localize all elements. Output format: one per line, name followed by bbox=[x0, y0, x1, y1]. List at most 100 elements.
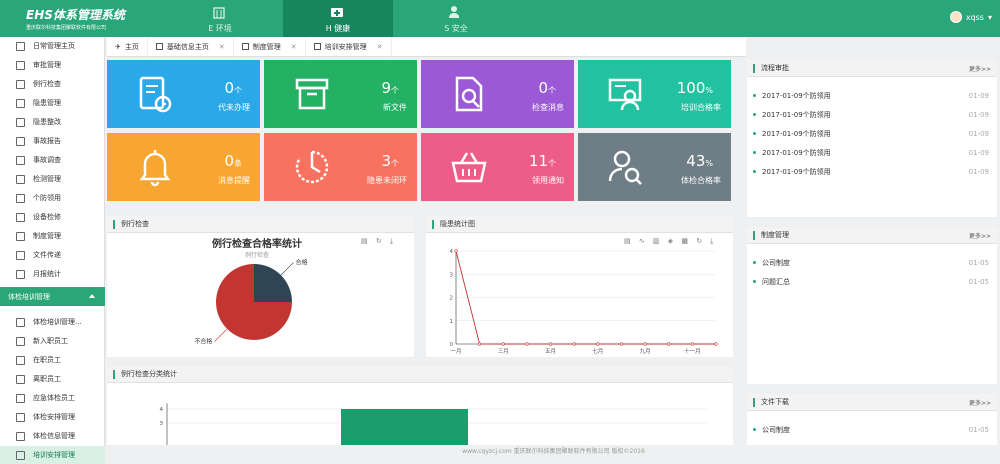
sidebar-subitem[interactable]: 培训安排管理 bbox=[0, 446, 105, 464]
data-point[interactable] bbox=[690, 342, 694, 346]
sidebar-item-label: 培训安排管理 bbox=[33, 451, 75, 459]
stat-tile[interactable]: 11个 领用通知 bbox=[421, 133, 574, 201]
sidebar-item[interactable]: 事故调查 bbox=[0, 151, 105, 169]
stat-tile[interactable]: 9个 新文件 bbox=[264, 60, 417, 128]
data-point[interactable] bbox=[572, 342, 576, 346]
sidebar-subitem[interactable]: 体检信息管理 bbox=[0, 427, 105, 445]
close-icon[interactable]: ✕ bbox=[291, 43, 297, 51]
sidebar-item[interactable]: 日常管理主页 bbox=[0, 37, 105, 55]
data-point[interactable] bbox=[714, 342, 718, 346]
sidebar-item[interactable]: 个防领用 bbox=[0, 189, 105, 207]
sidebar-item[interactable]: 文件传递 bbox=[0, 246, 105, 264]
nav-safety[interactable]: S 安全 bbox=[401, 0, 511, 37]
list-item[interactable]: 2017-01-09个防领用 01-09 bbox=[747, 86, 997, 105]
sidebar-item-label: 文件传递 bbox=[33, 251, 61, 259]
chart-toolbox[interactable]: ▤ ↻ ⤓ bbox=[361, 237, 396, 246]
stat-tile[interactable]: 3个 隐患未闭环 bbox=[264, 133, 417, 201]
data-point[interactable] bbox=[667, 342, 671, 346]
data-point[interactable] bbox=[525, 342, 529, 346]
close-icon[interactable]: ✕ bbox=[219, 43, 225, 51]
x-tick-label: 七月 bbox=[592, 347, 603, 355]
page-icon bbox=[313, 43, 321, 50]
list-item[interactable]: 2017-01-09个防领用 01-09 bbox=[747, 162, 997, 181]
bar[interactable] bbox=[341, 409, 468, 445]
sidebar-subitem[interactable]: 在职员工 bbox=[0, 351, 105, 369]
sidebar-subitem[interactable]: 新入职员工 bbox=[0, 332, 105, 350]
bullet-icon bbox=[753, 261, 756, 264]
stat-value: 0条 bbox=[224, 152, 242, 170]
sidebar-subitem[interactable]: 离职员工 bbox=[0, 370, 105, 388]
top-bar: EHS体系管理系统 重庆联尔科技集团聚联软件有限公司 E 环境 H 健康 S 安… bbox=[0, 0, 1000, 37]
sidebar-group-health-training[interactable]: 体检培训管理 bbox=[0, 287, 105, 306]
stat-tile[interactable]: 0条 消息提醒 bbox=[107, 133, 260, 201]
data-point[interactable] bbox=[501, 342, 505, 346]
bullet-icon bbox=[753, 113, 756, 116]
menu-icon bbox=[16, 79, 25, 89]
sidebar-item[interactable]: 事故报告 bbox=[0, 132, 105, 150]
y-tick-label: 4 bbox=[450, 249, 454, 255]
users-search-icon bbox=[608, 150, 642, 185]
list-item[interactable]: 公司制度 01-05 bbox=[747, 253, 997, 272]
sidebar-item[interactable]: 审批管理 bbox=[0, 56, 105, 74]
stat-tile[interactable]: 43% 体检合格率 bbox=[578, 133, 731, 201]
list-item-date: 01-09 bbox=[968, 91, 989, 100]
list-item[interactable]: 2017-01-09个防领用 01-09 bbox=[747, 143, 997, 162]
menu-icon bbox=[16, 336, 25, 346]
tab-basic-info[interactable]: 基础信息主页 ✕ bbox=[148, 36, 234, 57]
sidebar-subitem[interactable]: 体检安排管理 bbox=[0, 408, 105, 426]
sidebar-subitem[interactable]: 应急体检员工 bbox=[0, 389, 105, 407]
sidebar-item[interactable]: 例行检查 bbox=[0, 75, 105, 93]
sidebar-item-label: 个防领用 bbox=[33, 194, 61, 202]
tab-home[interactable]: ✈ 主页 bbox=[107, 36, 148, 57]
y-tick-label: 2 bbox=[450, 296, 454, 302]
list-item[interactable]: 公司制度 01-05 bbox=[747, 420, 997, 439]
nav-health[interactable]: H 健康 bbox=[283, 0, 393, 37]
list-item[interactable]: 问题汇总 01-05 bbox=[747, 272, 997, 291]
sidebar-group-label: 体检培训管理 bbox=[8, 292, 50, 301]
data-point[interactable] bbox=[643, 342, 647, 346]
username: xqss bbox=[965, 12, 984, 22]
x-tick-label: 九月 bbox=[640, 347, 651, 355]
more-link[interactable]: 更多>> bbox=[969, 64, 991, 73]
tab-training[interactable]: 培训安排管理 ✕ bbox=[306, 36, 392, 57]
more-link[interactable]: 更多>> bbox=[969, 398, 991, 407]
sidebar-item-label: 新入职员工 bbox=[33, 337, 68, 345]
data-point[interactable] bbox=[619, 342, 624, 346]
list-item-title: 2017-01-09个防领用 bbox=[762, 110, 831, 119]
tab-policy[interactable]: 制度管理 ✕ bbox=[234, 36, 306, 57]
sidebar-item[interactable]: 隐患整改 bbox=[0, 113, 105, 131]
stat-tile[interactable]: 100% 培训合格率 bbox=[578, 60, 731, 128]
list-item-date: 01-05 bbox=[968, 258, 989, 267]
sidebar-item[interactable]: 月报统计 bbox=[0, 265, 105, 283]
list-item[interactable]: 2017-01-09个防领用 01-09 bbox=[747, 124, 997, 143]
list-item-date: 01-05 bbox=[968, 277, 989, 286]
page-icon bbox=[155, 43, 163, 50]
sidebar-subitem[interactable]: 体检培训管理... bbox=[0, 313, 105, 331]
stat-caption: 培训合格率 bbox=[681, 103, 721, 112]
stat-value: 11个 bbox=[528, 152, 556, 170]
chart-toolbox[interactable]: ▤ ∿ ▥ ◈ ▦ ↻ ⤓ bbox=[624, 237, 716, 246]
tab-policy-label: 制度管理 bbox=[252, 42, 281, 51]
list-item[interactable]: 2017-01-09个防领用 01-09 bbox=[747, 105, 997, 124]
more-link[interactable]: 更多>> bbox=[969, 231, 991, 240]
stat-value: 9个 bbox=[381, 79, 399, 97]
data-point[interactable] bbox=[478, 342, 482, 346]
stat-tile[interactable]: 0个 代未办理 bbox=[107, 60, 260, 128]
data-point[interactable] bbox=[596, 342, 600, 346]
data-point[interactable] bbox=[454, 249, 458, 253]
stat-tile[interactable]: 0个 检查消息 bbox=[421, 60, 574, 128]
logo-title: EHS体系管理系统 bbox=[26, 8, 125, 22]
list-item-title: 2017-01-09个防领用 bbox=[762, 167, 831, 176]
menu-icon bbox=[16, 412, 25, 422]
data-point[interactable] bbox=[548, 342, 553, 346]
stat-value: 100% bbox=[676, 79, 713, 97]
close-icon[interactable]: ✕ bbox=[377, 43, 383, 51]
sidebar-item[interactable]: 制度管理 bbox=[0, 227, 105, 245]
x-tick-label: 三月 bbox=[498, 348, 509, 355]
nav-environment[interactable]: E 环境 bbox=[165, 0, 275, 37]
sidebar-item[interactable]: 隐患管理 bbox=[0, 94, 105, 112]
sidebar-item[interactable]: 设备检修 bbox=[0, 208, 105, 226]
user-menu[interactable]: xqss ▾ bbox=[949, 11, 992, 23]
sidebar-item[interactable]: 检测管理 bbox=[0, 170, 105, 188]
y-tick-label: 3 bbox=[450, 272, 454, 278]
